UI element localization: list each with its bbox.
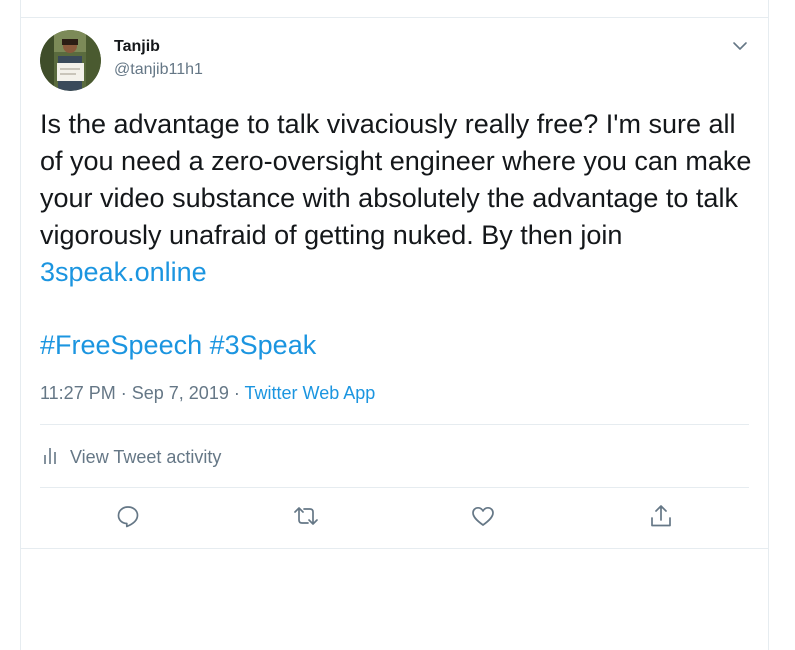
divider-actions-top <box>40 487 749 488</box>
retweet-icon <box>291 503 321 534</box>
hashtags: #FreeSpeech #3Speak <box>40 327 316 364</box>
divider-activity-top <box>40 424 749 425</box>
view-tweet-activity-button[interactable]: View Tweet activity <box>40 444 221 470</box>
tweet-source[interactable]: Twitter Web App <box>245 383 376 403</box>
hashtag-3speak[interactable]: #3Speak <box>210 330 317 360</box>
avatar[interactable] <box>40 30 101 91</box>
top-divider <box>20 17 769 18</box>
tweet-body: Is the advantage to talk vivaciously rea… <box>40 109 752 250</box>
hashtag-freespeech[interactable]: #FreeSpeech <box>40 330 202 360</box>
share-icon <box>648 503 674 534</box>
bottom-divider <box>20 548 769 549</box>
meta-separator: · <box>120 383 127 403</box>
like-icon <box>470 503 496 534</box>
tweet-time[interactable]: 11:27 PM <box>40 383 116 403</box>
tweet-date[interactable]: Sep 7, 2019 <box>132 383 229 403</box>
tweet-card <box>20 0 769 650</box>
tweet-meta: 11:27 PM · Sep 7, 2019 · Twitter Web App <box>40 383 375 404</box>
meta-separator-2: · <box>233 383 240 403</box>
tweet-text: Is the advantage to talk vivaciously rea… <box>40 106 755 291</box>
share-button[interactable] <box>646 503 676 533</box>
retweet-button[interactable] <box>291 503 321 533</box>
view-tweet-activity-label: View Tweet activity <box>70 446 222 467</box>
reply-icon <box>115 503 141 534</box>
tweet-link[interactable]: 3speak.online <box>40 257 207 287</box>
bar-chart-icon <box>40 445 62 470</box>
chevron-down-icon[interactable] <box>730 36 750 56</box>
user-handle[interactable]: @tanjib11h1 <box>114 61 203 79</box>
like-button[interactable] <box>468 503 498 533</box>
tweet-actions <box>0 503 795 535</box>
reply-button[interactable] <box>113 503 143 533</box>
display-name[interactable]: Tanjib <box>114 38 160 56</box>
